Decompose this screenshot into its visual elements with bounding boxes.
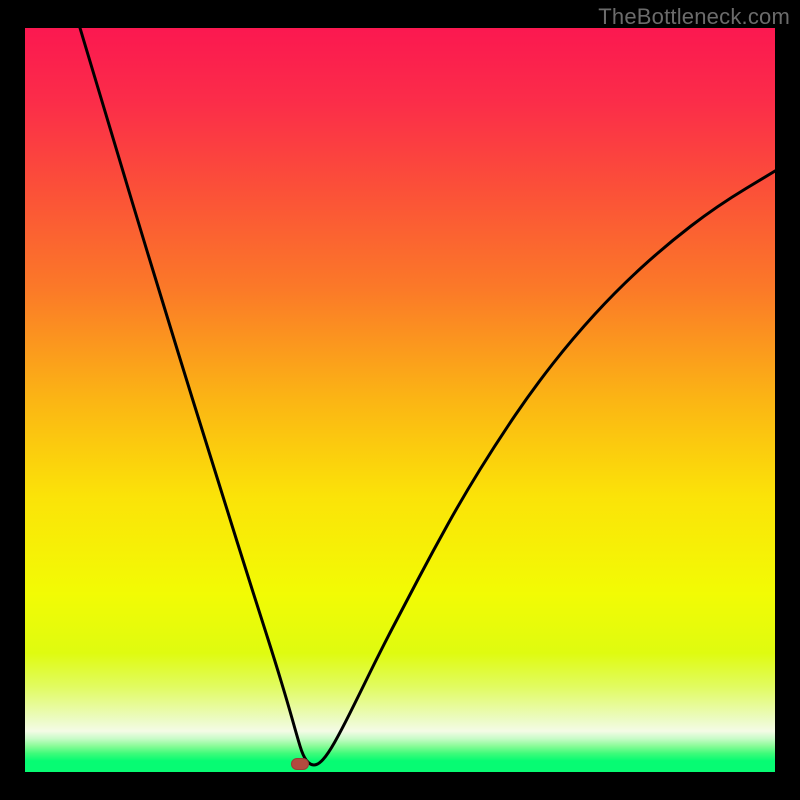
minimum-marker [291, 758, 309, 770]
curve-svg [25, 28, 775, 772]
bottleneck-curve [80, 28, 775, 765]
watermark-text: TheBottleneck.com [598, 4, 790, 30]
plot-frame [25, 28, 775, 772]
